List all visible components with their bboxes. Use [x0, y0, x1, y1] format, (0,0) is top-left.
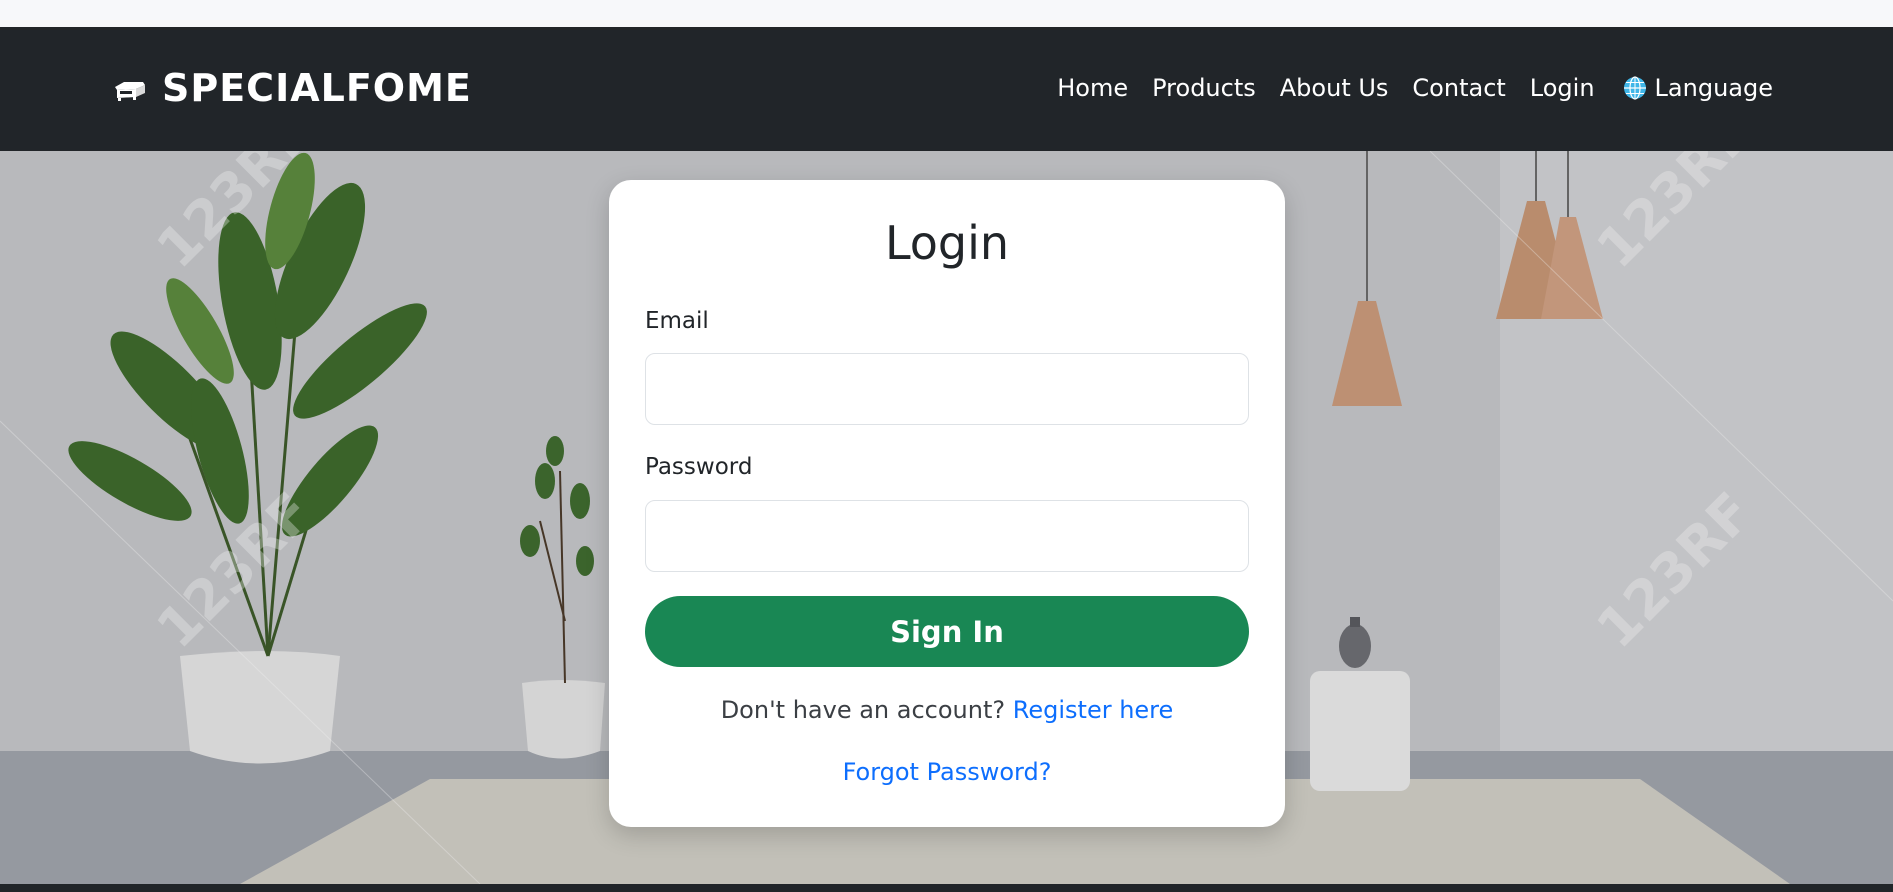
nav-login-link[interactable]: Login	[1530, 74, 1595, 102]
brand-name: SPECIALFOME	[162, 66, 472, 110]
register-link[interactable]: Register here	[1013, 696, 1174, 724]
login-card: Login Email Password Sign In Don't have …	[609, 180, 1285, 827]
nav-contact-link[interactable]: Contact	[1412, 74, 1505, 102]
register-prompt: Don't have an account? Register here	[609, 696, 1285, 724]
email-input[interactable]	[645, 353, 1249, 425]
sign-in-button[interactable]: Sign In	[645, 596, 1249, 667]
nav-products-link[interactable]: Products	[1152, 74, 1256, 102]
email-label: Email	[645, 308, 709, 334]
nav-about-link[interactable]: About Us	[1280, 74, 1389, 102]
main-nav: Home Products About Us Contact Login Lan…	[1057, 63, 1773, 113]
forgot-password-row: Forgot Password?	[609, 758, 1285, 786]
browser-top-strip	[0, 0, 1893, 27]
navbar: SPECIALFOME Home Products About Us Conta…	[0, 27, 1893, 151]
footer-strip	[0, 884, 1893, 892]
nav-home-link[interactable]: Home	[1057, 74, 1128, 102]
register-prompt-text: Don't have an account?	[720, 696, 1006, 724]
language-selector[interactable]: Language	[1623, 74, 1773, 102]
password-input[interactable]	[645, 500, 1249, 572]
brand[interactable]: SPECIALFOME	[112, 63, 472, 113]
globe-icon	[1623, 76, 1646, 100]
login-title: Login	[884, 216, 1010, 270]
forgot-password-link[interactable]: Forgot Password?	[843, 758, 1052, 786]
password-label: Password	[645, 454, 753, 480]
language-label: Language	[1654, 74, 1773, 102]
sofa-icon	[115, 82, 145, 101]
